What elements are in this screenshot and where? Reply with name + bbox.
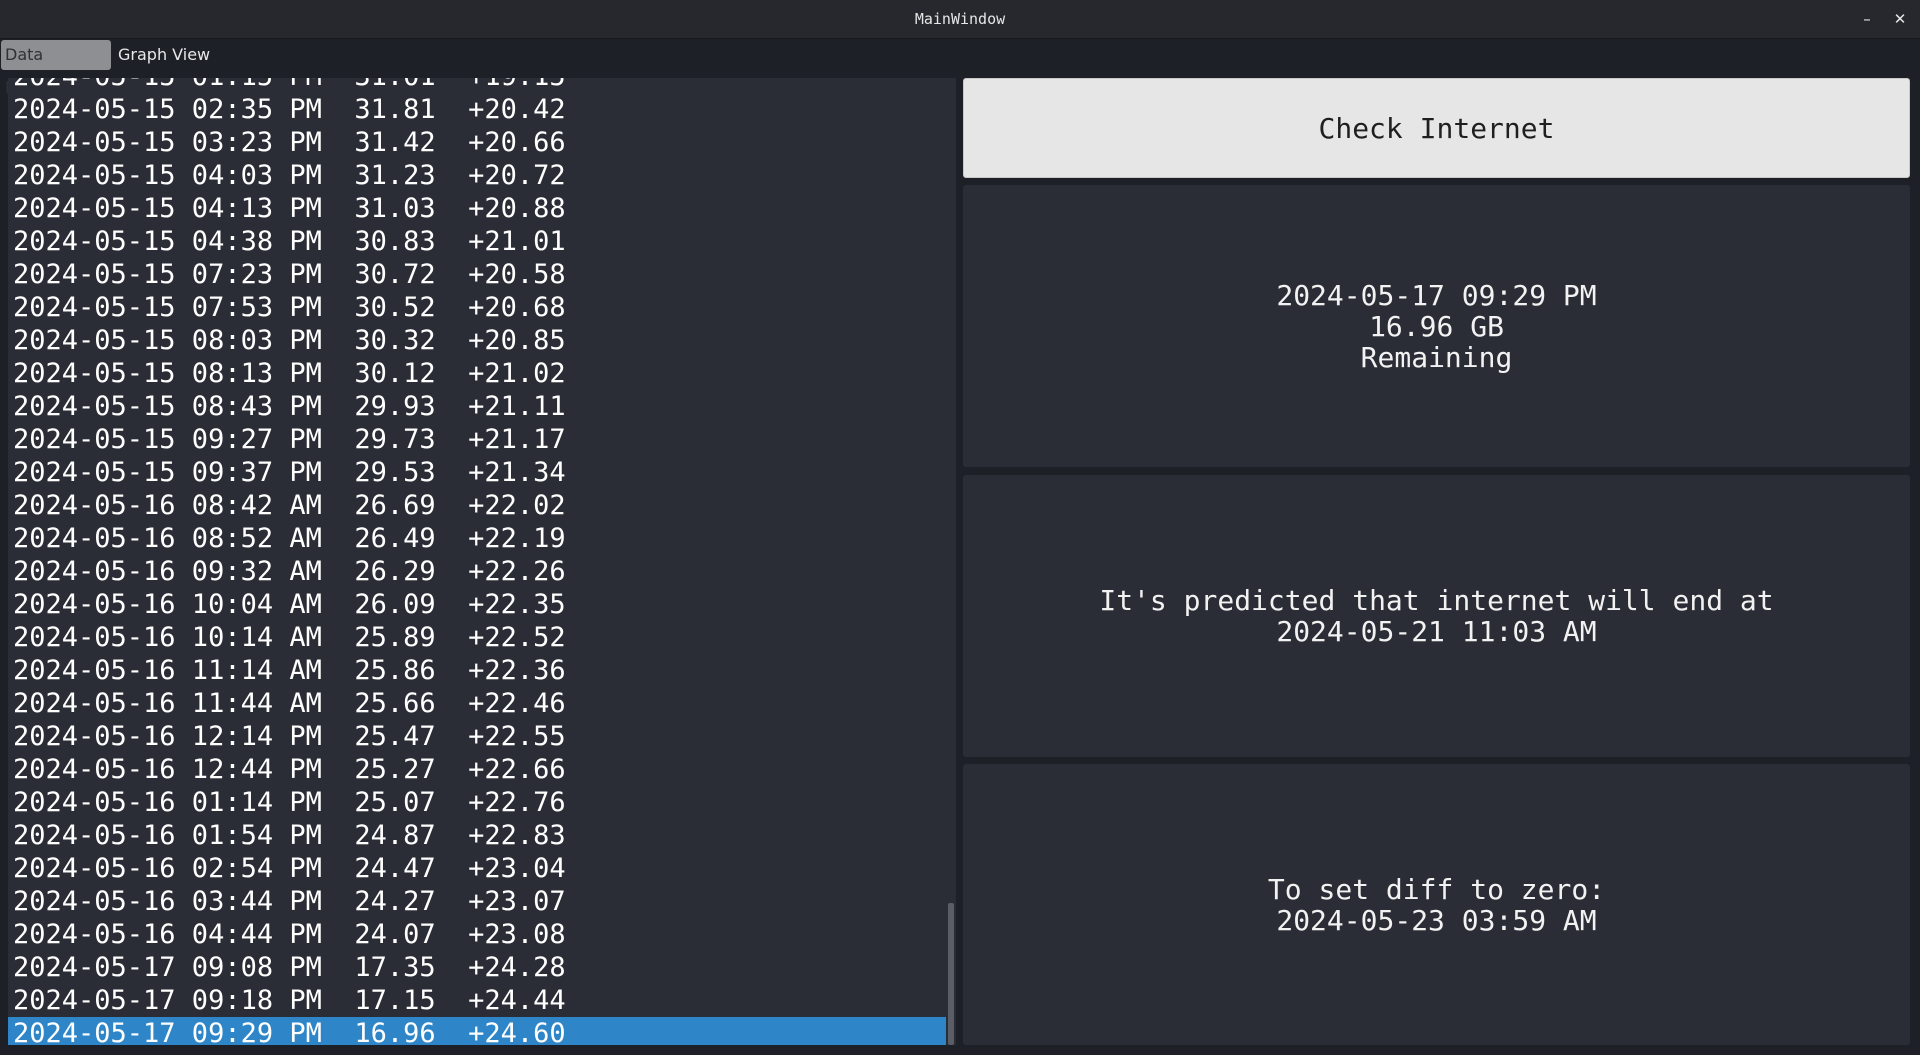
tab-bar: Data preview Graph View bbox=[0, 39, 1920, 94]
list-item[interactable]: 2024-05-16 12:44 PM 25.27 +22.66 bbox=[8, 753, 946, 786]
window-title: MainWindow bbox=[914, 10, 1006, 28]
remaining-amount: 16.96 GB bbox=[1369, 309, 1504, 343]
list-item[interactable]: 2024-05-16 01:54 PM 24.87 +22.83 bbox=[8, 819, 946, 852]
list-item[interactable]: 2024-05-15 08:13 PM 30.12 +21.02 bbox=[8, 357, 946, 390]
close-button[interactable]: ✕ bbox=[1888, 0, 1912, 39]
tab-graph-view[interactable]: Graph View bbox=[114, 40, 214, 70]
list-item[interactable]: 2024-05-15 01:15 PM 31.01 +19.15 bbox=[8, 78, 946, 93]
scrollbar-track[interactable] bbox=[946, 78, 956, 1045]
prediction-panel: It's predicted that internet will end at… bbox=[963, 475, 1910, 757]
check-internet-button[interactable]: Check Internet bbox=[963, 78, 1910, 178]
list-item[interactable]: 2024-05-16 02:54 PM 24.47 +23.04 bbox=[8, 852, 946, 885]
list-item[interactable]: 2024-05-15 09:27 PM 29.73 +21.17 bbox=[8, 423, 946, 456]
list-item[interactable]: 2024-05-16 03:44 PM 24.27 +23.07 bbox=[8, 885, 946, 918]
prediction-text: It's predicted that internet will end at bbox=[1099, 584, 1774, 617]
list-item[interactable]: 2024-05-16 11:14 AM 25.86 +22.36 bbox=[8, 654, 946, 687]
list-item[interactable]: 2024-05-15 04:38 PM 30.83 +21.01 bbox=[8, 225, 946, 258]
list-item[interactable]: 2024-05-16 08:52 AM 26.49 +22.19 bbox=[8, 522, 946, 555]
list-item[interactable]: 2024-05-15 09:37 PM 29.53 +21.34 bbox=[8, 456, 946, 489]
list-item[interactable]: 2024-05-15 02:35 PM 31.81 +20.42 bbox=[8, 93, 946, 126]
list-item[interactable]: 2024-05-15 08:43 PM 29.93 +21.11 bbox=[8, 390, 946, 423]
status-panel: 2024-05-17 09:29 PM 16.96 GB Remaining bbox=[963, 185, 1910, 467]
diff-text: To set diff to zero: bbox=[1267, 872, 1606, 906]
status-timestamp: 2024-05-17 09:29 PM bbox=[1276, 278, 1597, 312]
minimize-button[interactable]: – bbox=[1855, 0, 1879, 39]
diff-date: 2024-05-23 03:59 AM bbox=[1276, 903, 1597, 937]
list-item[interactable]: 2024-05-15 04:03 PM 31.23 +20.72 bbox=[8, 159, 946, 192]
list-item[interactable]: 2024-05-16 04:44 PM 24.07 +23.08 bbox=[8, 918, 946, 951]
data-list-rows: 2024-05-15 01:15 PM 31.01 +19.15 2024-05… bbox=[8, 78, 946, 1045]
list-item[interactable]: 2024-05-15 04:13 PM 31.03 +20.88 bbox=[8, 192, 946, 225]
list-item[interactable]: 2024-05-15 07:53 PM 30.52 +20.68 bbox=[8, 291, 946, 324]
list-item[interactable]: 2024-05-16 12:14 PM 25.47 +22.55 bbox=[8, 720, 946, 753]
title-bar: MainWindow – ✕ bbox=[0, 0, 1920, 39]
list-item[interactable]: 2024-05-17 09:18 PM 17.15 +24.44 bbox=[8, 984, 946, 1017]
list-item[interactable]: 2024-05-16 08:42 AM 26.69 +22.02 bbox=[8, 489, 946, 522]
splitter-handle[interactable] bbox=[956, 78, 963, 1045]
list-item[interactable]: 2024-05-16 10:04 AM 26.09 +22.35 bbox=[8, 588, 946, 621]
list-item[interactable]: 2024-05-17 09:08 PM 17.35 +24.28 bbox=[8, 951, 946, 984]
list-item[interactable]: 2024-05-16 09:32 AM 26.29 +22.26 bbox=[8, 555, 946, 588]
data-list[interactable]: 2024-05-15 01:15 PM 31.01 +19.15 2024-05… bbox=[8, 78, 956, 1045]
scrollbar-thumb[interactable] bbox=[948, 903, 954, 1045]
list-item[interactable]: 2024-05-16 10:14 AM 25.89 +22.52 bbox=[8, 621, 946, 654]
list-item[interactable]: 2024-05-15 08:03 PM 30.32 +20.85 bbox=[8, 324, 946, 357]
list-item[interactable]: 2024-05-15 03:23 PM 31.42 +20.66 bbox=[8, 126, 946, 159]
list-item[interactable]: 2024-05-16 01:14 PM 25.07 +22.76 bbox=[8, 786, 946, 819]
remaining-label: Remaining bbox=[1360, 340, 1513, 374]
list-item[interactable]: 2024-05-15 07:23 PM 30.72 +20.58 bbox=[8, 258, 946, 291]
prediction-date: 2024-05-21 11:03 AM bbox=[1276, 615, 1597, 648]
list-item[interactable]: 2024-05-16 11:44 AM 25.66 +22.46 bbox=[8, 687, 946, 720]
diff-panel: To set diff to zero: 2024-05-23 03:59 AM bbox=[963, 764, 1910, 1045]
tab-data-preview[interactable]: Data preview bbox=[1, 40, 111, 94]
list-item-selected[interactable]: 2024-05-17 09:29 PM 16.96 +24.60 bbox=[8, 1017, 946, 1045]
